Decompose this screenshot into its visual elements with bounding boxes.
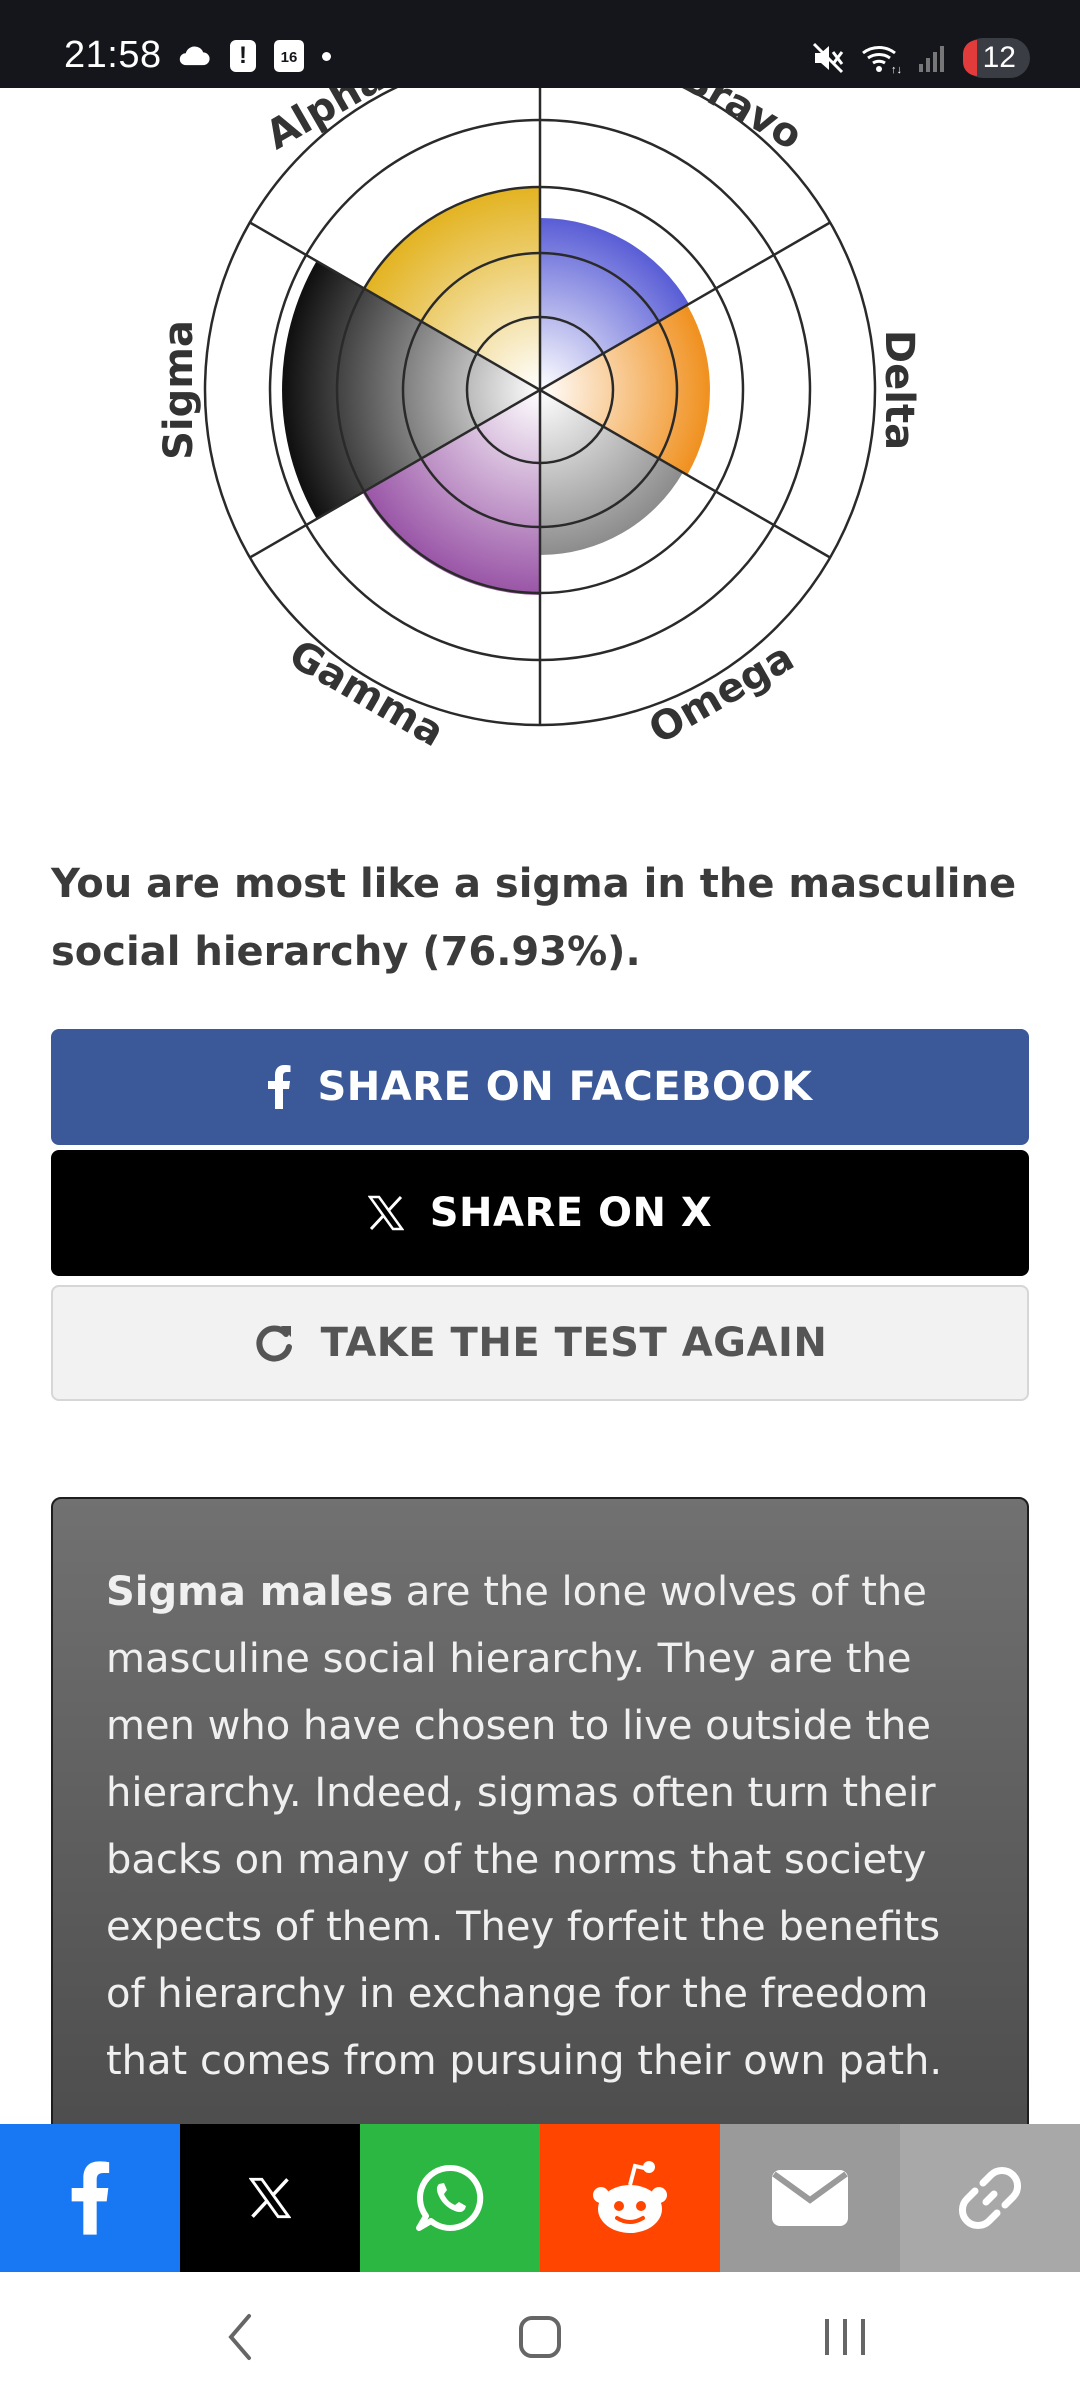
recent-apps-icon bbox=[825, 2319, 865, 2355]
notification-count: 12 bbox=[982, 41, 1016, 74]
share-bar-reddit[interactable] bbox=[540, 2124, 720, 2272]
chart-sectors bbox=[282, 187, 710, 595]
result-text: You are most like a sigma in the masculi… bbox=[51, 861, 1017, 975]
share-bar-copy-link[interactable] bbox=[900, 2124, 1080, 2272]
label-gamma: Gamma bbox=[281, 631, 451, 756]
take-test-again-label: TAKE THE TEST AGAIN bbox=[320, 1320, 828, 1366]
whatsapp-icon bbox=[416, 2164, 484, 2231]
share-x-label: SHARE ON X bbox=[429, 1190, 713, 1236]
status-system-icons: ↑↓ 12 bbox=[811, 38, 1030, 78]
more-notifications-dot bbox=[322, 51, 331, 61]
share-bar-facebook[interactable] bbox=[0, 2124, 180, 2272]
description-text: are the lone wolves of the masculine soc… bbox=[106, 1569, 943, 2084]
home-icon bbox=[519, 2316, 561, 2358]
status-notification-icons: 16 bbox=[176, 40, 331, 72]
label-delta: Delta bbox=[876, 330, 922, 450]
status-bar: 21:58 16 ↑↓ 12 bbox=[0, 0, 1080, 88]
label-omega: Omega bbox=[641, 634, 801, 753]
share-x-button[interactable]: SHARE ON X bbox=[51, 1150, 1029, 1276]
facebook-icon bbox=[71, 2161, 110, 2235]
reddit-icon bbox=[593, 2161, 667, 2233]
signal-icon bbox=[918, 46, 944, 72]
wifi-icon: ↑↓ bbox=[861, 46, 901, 75]
mute-icon bbox=[812, 42, 843, 74]
label-alpha: Alpha bbox=[258, 88, 393, 159]
share-facebook-button[interactable]: SHARE ON FACEBOOK bbox=[51, 1029, 1029, 1145]
alert-icon bbox=[230, 40, 256, 72]
share-bar-x[interactable] bbox=[180, 2124, 360, 2272]
link-icon bbox=[958, 2166, 1022, 2230]
status-time: 21:58 bbox=[64, 34, 162, 76]
x-icon bbox=[249, 2177, 291, 2219]
nav-recent-apps-button[interactable] bbox=[800, 2302, 890, 2372]
label-sigma: Sigma bbox=[156, 320, 202, 460]
svg-text:↑↓: ↑↓ bbox=[891, 64, 901, 75]
back-icon bbox=[228, 2314, 251, 2360]
x-icon bbox=[367, 1195, 404, 1231]
calendar-icon: 16 bbox=[274, 40, 304, 72]
nav-home-button[interactable] bbox=[500, 2302, 580, 2372]
email-icon bbox=[772, 2170, 848, 2226]
chart-svg: Alpha Bravo Delta Omega Gamma Sigma bbox=[156, 88, 922, 756]
battery-level-indicator bbox=[962, 40, 977, 76]
nav-back-button[interactable] bbox=[200, 2302, 280, 2372]
share-bar-email[interactable] bbox=[720, 2124, 900, 2272]
battery-badge: 12 bbox=[962, 38, 1030, 78]
cloud-icon bbox=[179, 46, 210, 66]
share-facebook-label: SHARE ON FACEBOOK bbox=[317, 1064, 813, 1110]
facebook-icon bbox=[267, 1065, 291, 1109]
sigma-description-box: Sigma males are the lone wolves of the m… bbox=[51, 1497, 1029, 2137]
label-bravo: Bravo bbox=[673, 88, 809, 159]
hierarchy-radar-chart: Alpha Bravo Delta Omega Gamma Sigma bbox=[0, 88, 1080, 778]
floating-share-bar bbox=[0, 2124, 1080, 2272]
take-test-again-button[interactable]: TAKE THE TEST AGAIN bbox=[51, 1285, 1029, 1401]
redo-icon bbox=[253, 1322, 295, 1364]
system-navigation-bar bbox=[0, 2272, 1080, 2400]
share-bar-whatsapp[interactable] bbox=[360, 2124, 540, 2272]
description-bold-term: Sigma males bbox=[106, 1569, 394, 1615]
